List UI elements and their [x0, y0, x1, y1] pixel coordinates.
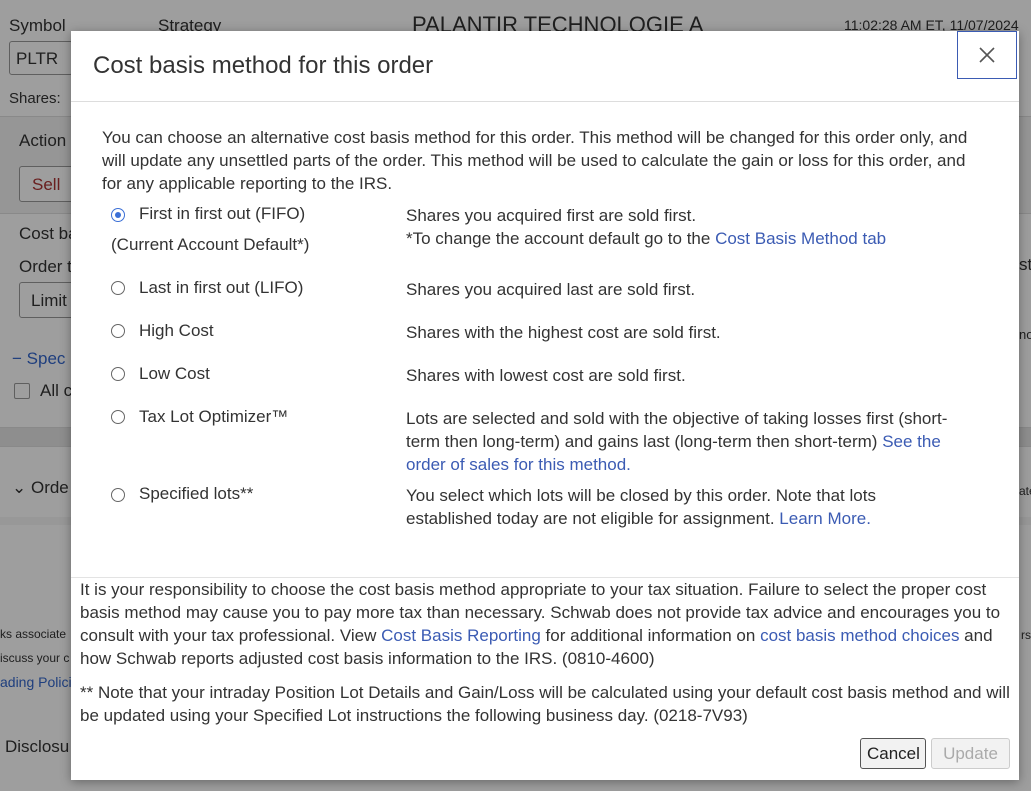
radio-high-cost[interactable]	[111, 324, 125, 338]
option-tax-lot-optimizer-label[interactable]: Tax Lot Optimizer™	[139, 407, 288, 427]
close-button[interactable]	[957, 31, 1017, 79]
option-lifo-label[interactable]: Last in first out (LIFO)	[139, 278, 303, 298]
option-high-cost-label[interactable]: High Cost	[139, 321, 214, 341]
option-fifo-sublabel: (Current Account Default*)	[111, 235, 310, 254]
radio-fifo[interactable]	[111, 208, 125, 222]
dialog-header: Cost basis method for this order	[71, 31, 1019, 102]
account-default-text: *To change the account default go to the	[406, 229, 716, 248]
option-fifo-label[interactable]: First in first out (FIFO)	[139, 204, 305, 224]
option-fifo-description: Shares you acquired first are sold first…	[406, 204, 961, 250]
option-low-cost-label[interactable]: Low Cost	[139, 364, 210, 384]
intraday-note: ** Note that your intraday Position Lot …	[80, 683, 1010, 725]
option-specified-lots-description: You select which lots will be closed by …	[406, 484, 961, 530]
dialog-title: Cost basis method for this order	[93, 52, 434, 79]
radio-lifo[interactable]	[111, 281, 125, 295]
tax-disclaimer: It is your responsibility to choose the …	[80, 578, 1010, 670]
cancel-button[interactable]: Cancel	[860, 738, 926, 769]
cost-basis-method-tab-link[interactable]: Cost Basis Method tab	[715, 229, 886, 248]
update-button: Update	[931, 738, 1010, 769]
tax-lot-optimizer-desc-text: Lots are selected and sold with the obje…	[406, 409, 948, 451]
option-fifo-desc-line2: *To change the account default go to the…	[406, 227, 961, 250]
radio-low-cost[interactable]	[111, 367, 125, 381]
option-high-cost-description: Shares with the highest cost are sold fi…	[406, 323, 721, 342]
cost-basis-dialog: Cost basis method for this order You can…	[71, 31, 1019, 780]
cost-basis-reporting-link[interactable]: Cost Basis Reporting	[381, 626, 541, 645]
option-fifo-desc-line1: Shares you acquired first are sold first…	[406, 206, 697, 225]
close-icon	[979, 47, 995, 63]
radio-tax-lot-optimizer[interactable]	[111, 410, 125, 424]
radio-specified-lots[interactable]	[111, 488, 125, 502]
option-tax-lot-optimizer-description: Lots are selected and sold with the obje…	[406, 407, 961, 476]
cost-basis-method-choices-link[interactable]: cost basis method choices	[760, 626, 959, 645]
option-lifo-description: Shares you acquired last are sold first.	[406, 280, 696, 299]
dialog-intro: You can choose an alternative cost basis…	[102, 128, 968, 193]
option-specified-lots-label[interactable]: Specified lots**	[139, 484, 253, 504]
disclaimer-text-2: for additional information on	[540, 626, 761, 645]
option-low-cost-description: Shares with lowest cost are sold first.	[406, 366, 686, 385]
learn-more-link[interactable]: Learn More.	[779, 509, 871, 528]
